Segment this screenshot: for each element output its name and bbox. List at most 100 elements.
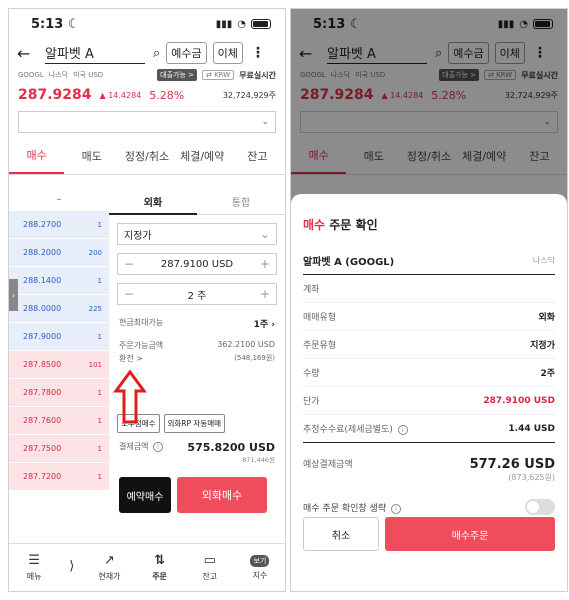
ask-price: 288.1400: [23, 276, 62, 285]
info-icon[interactable]: i: [397, 425, 408, 435]
rp-auto-trade-button[interactable]: 외화RP 자동매매: [163, 414, 226, 433]
stock-title[interactable]: 알파벳 A: [45, 43, 145, 64]
reserve-buy-button[interactable]: 예약매수: [119, 477, 171, 513]
bid-row[interactable]: 287.7200 1: [9, 463, 109, 491]
nav-label: 현재가: [98, 572, 121, 581]
qty-label: 수량: [303, 369, 320, 379]
ask-row[interactable]: 288.2000 200: [9, 239, 109, 267]
confirm-buy-button[interactable]: 매수주문: [385, 517, 555, 551]
ask-price: 288.0000: [23, 304, 62, 313]
chevron-down-icon: ⌄: [261, 117, 269, 127]
fee-label: 추정수수료(제세금별도): [303, 425, 393, 435]
nav-current-price[interactable]: ↗ 현재가: [84, 544, 134, 591]
realtime-label[interactable]: 무료실시간: [239, 70, 276, 81]
more-icon[interactable]: ⋮: [251, 45, 265, 61]
order-tabs: 매수 매도 정정/취소 체결/예약 잔고: [9, 137, 285, 175]
tab-modify-cancel[interactable]: 정정/취소: [119, 137, 174, 174]
nav-label: 메뉴: [26, 572, 42, 581]
max-cash-value: 1주: [253, 320, 269, 330]
account-label: 계좌: [303, 285, 320, 295]
ask-row[interactable]: 288.2700 1: [9, 211, 109, 239]
account-row: 계좌: [303, 275, 555, 303]
skip-confirm-toggle[interactable]: [525, 499, 555, 515]
price-value: 287.9100 USD: [160, 258, 234, 270]
bid-qty: 1: [97, 388, 102, 397]
side-handle-icon[interactable]: ›: [9, 279, 18, 311]
tab-balance[interactable]: 잔고: [230, 137, 285, 174]
plus-icon[interactable]: +: [260, 287, 270, 301]
krw-toggle[interactable]: ⇄ KRW: [202, 70, 235, 80]
fee-row: 추정수수료(제세금별도) i 1.44 USD: [303, 415, 555, 443]
arrow-up-annotation-icon: [113, 369, 147, 424]
order-confirm-sheet: 매수 주문 확인 알파벳 A (GOOGL) 나스닥 계좌 매매유형 외화 주문유형…: [291, 194, 567, 591]
minus-icon[interactable]: −: [124, 257, 134, 271]
chart-icon: ↗: [103, 553, 115, 568]
trade-type-label: 매매유형: [303, 313, 337, 323]
market-label: 나스닥: [48, 71, 69, 79]
volume: 32,724,929주: [222, 90, 276, 100]
stock-market: 나스닥: [532, 256, 555, 265]
sheet-title-text: 주문 확인: [325, 218, 378, 232]
ask-qty: 1: [97, 276, 102, 285]
minus-icon[interactable]: −: [124, 287, 134, 301]
info-icon[interactable]: i: [390, 503, 401, 514]
bid-row[interactable]: 287.7600 1: [9, 407, 109, 435]
search-icon[interactable]: ⌕: [153, 46, 160, 61]
modal-overlay[interactable]: [291, 9, 567, 204]
qty-value: 2주: [540, 369, 555, 379]
ask-row[interactable]: 288.0000 225: [9, 295, 109, 323]
current-price: 287.9284: [18, 87, 92, 103]
order-type-label: 주문유형: [303, 341, 337, 351]
order-icon: ⇅: [154, 553, 166, 568]
deposit-button[interactable]: 예수금: [166, 42, 207, 64]
ask-row[interactable]: 287.9000 1: [9, 323, 109, 351]
order-type-value: 지정가: [530, 341, 555, 351]
nav-label: 주문: [152, 572, 167, 581]
bid-qty: 1: [97, 416, 102, 425]
cancel-button[interactable]: 취소: [303, 517, 379, 551]
wifi-icon: ◔: [237, 18, 246, 30]
foreign-buy-button[interactable]: 외화매수: [177, 477, 267, 513]
tab-buy[interactable]: 매수: [9, 137, 65, 174]
nav-order[interactable]: ⇅ 주문: [134, 544, 184, 591]
nav-balance[interactable]: ▭ 잔고: [185, 544, 235, 591]
max-cash-row[interactable]: 현금최대가능 1주 ›: [109, 317, 285, 330]
nav-scroll[interactable]: ⟩: [59, 544, 84, 591]
bid-row[interactable]: 287.8500 101: [9, 351, 109, 379]
tab-executions[interactable]: 체결/예약: [175, 137, 230, 174]
price-line: 287.9284 ▲ 14.4284 5.28% 32,724,929주: [9, 83, 285, 107]
currency-tabs: 외화 통합: [109, 189, 285, 215]
plus-icon[interactable]: +: [260, 257, 270, 271]
bid-row[interactable]: 287.7800 1: [9, 379, 109, 407]
tab-foreign-currency[interactable]: 외화: [109, 189, 197, 215]
skip-confirm-row: 매수 주문 확인창 생략 i: [303, 499, 555, 515]
nav-index[interactable]: 보기 지수: [235, 544, 285, 591]
sheet-buttons: 취소 매수주문: [303, 517, 555, 551]
info-icon[interactable]: i: [153, 442, 163, 452]
bid-qty: 1: [97, 472, 102, 481]
order-type-select[interactable]: 지정가 ⌄: [117, 223, 277, 245]
tab-sell[interactable]: 매도: [64, 137, 119, 174]
payment-label: 결제금액: [119, 442, 149, 451]
transfer-button[interactable]: 이체: [212, 42, 243, 64]
estimated-payment-usd: 577.26 USD: [469, 457, 555, 472]
qty-input[interactable]: − 2 주 +: [117, 283, 277, 305]
bid-price: 287.7600: [23, 416, 62, 425]
orderable-krw: (548,169원): [234, 354, 275, 362]
exchange-link[interactable]: 환전 >: [119, 353, 143, 364]
orderable-row: 주문가능금액 362.2100 USD: [109, 340, 285, 351]
price-input[interactable]: − 287.9100 USD +: [117, 253, 277, 275]
stock-row: 알파벳 A (GOOGL) 나스닥: [303, 247, 555, 275]
ask-row[interactable]: 288.1400 1: [9, 267, 109, 295]
battery-icon: [251, 19, 271, 29]
back-arrow-icon[interactable]: ←: [17, 44, 35, 63]
loan-tag[interactable]: 대출가능 >: [157, 69, 197, 81]
account-select[interactable]: ⌄: [18, 111, 276, 133]
bid-row[interactable]: 287.7500 1: [9, 435, 109, 463]
estimated-payment-row: 예상결제금액 577.26 USD (873,625원): [303, 443, 555, 491]
payment-row: 결제금액 i 575.8200 USD 871,446원: [109, 441, 285, 464]
qty-row: 수량 2주: [303, 359, 555, 387]
nav-label: 잔고: [202, 572, 218, 581]
nav-menu[interactable]: ☰ 메뉴: [9, 544, 59, 591]
tab-integrated[interactable]: 통합: [197, 189, 285, 215]
